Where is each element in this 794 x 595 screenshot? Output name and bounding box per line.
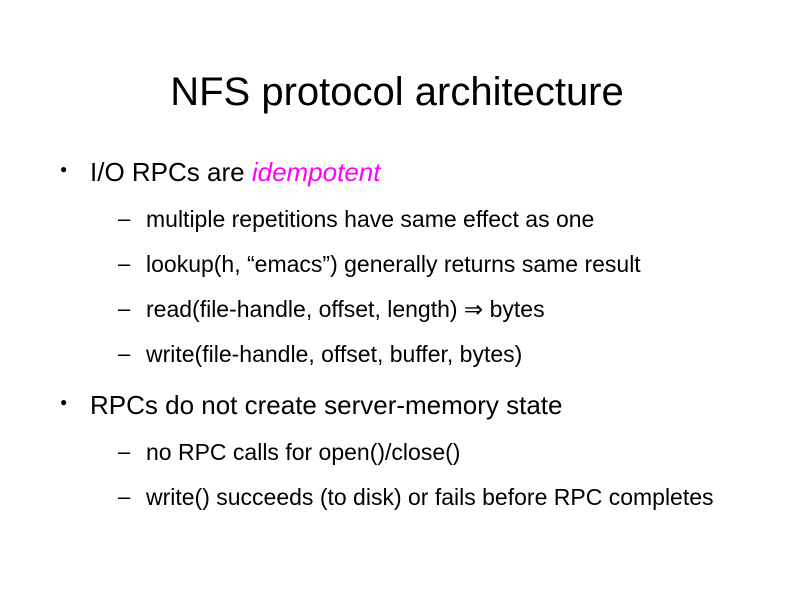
- bullet-text: RPCs do not create server-memory state: [90, 388, 744, 423]
- bullet-text-before: RPCs do not create server-memory state: [90, 390, 563, 420]
- slide-title: NFS protocol architecture: [50, 70, 744, 115]
- sub-item: write() succeeds (to disk) or fails befo…: [90, 482, 744, 513]
- bullet-text-before: I/O RPCs are: [90, 157, 252, 187]
- slide: NFS protocol architecture I/O RPCs are i…: [0, 0, 794, 595]
- bullet-item: I/O RPCs are idempotent multiple repetit…: [50, 155, 744, 370]
- sub-item: multiple repetitions have same effect as…: [90, 204, 744, 235]
- sub-item: write(file-handle, offset, buffer, bytes…: [90, 339, 744, 370]
- bullet-item: RPCs do not create server-memory state n…: [50, 388, 744, 513]
- bullet-emph: idempotent: [252, 157, 381, 187]
- sub-list: no RPC calls for open()/close() write() …: [90, 437, 744, 513]
- sub-list: multiple repetitions have same effect as…: [90, 204, 744, 370]
- sub-item: read(file-handle, offset, length) ⇒ byte…: [90, 294, 744, 325]
- bullet-list: I/O RPCs are idempotent multiple repetit…: [50, 155, 744, 513]
- sub-item: no RPC calls for open()/close(): [90, 437, 744, 468]
- bullet-text: I/O RPCs are idempotent: [90, 155, 744, 190]
- sub-item: lookup(h, “emacs”) generally returns sam…: [90, 249, 744, 280]
